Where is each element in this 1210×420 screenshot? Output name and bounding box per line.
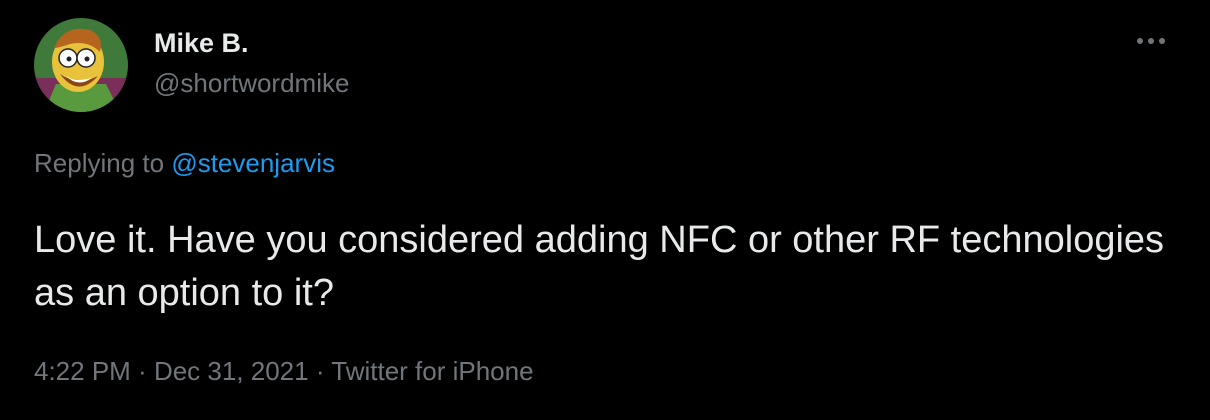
more-options-button[interactable] [1134,26,1174,56]
meta-separator: · [130,356,154,386]
author-display-name[interactable]: Mike B. [154,26,349,60]
author-block: Mike B. @shortwordmike [154,26,349,100]
author-handle[interactable]: @shortwordmike [154,66,349,100]
more-horizontal-icon [1137,38,1165,44]
cartoon-avatar-icon [34,18,128,112]
tweet-text: Love it. Have you considered adding NFC … [34,219,1165,314]
tweet-card: Mike B. @shortwordmike Replying to @stev… [0,0,1210,420]
reply-context: Replying to @stevenjarvis [34,146,335,180]
tweet-time[interactable]: 4:22 PM [34,356,131,386]
meta-separator: · [308,356,332,386]
tweet-source[interactable]: Twitter for iPhone [331,356,533,386]
avatar[interactable] [34,18,128,112]
reply-context-prefix: Replying to [34,148,172,178]
tweet-date[interactable]: Dec 31, 2021 [154,356,309,386]
tweet-metadata: 4:22 PM · Dec 31, 2021 · Twitter for iPh… [34,354,534,388]
reply-mention-link[interactable]: @stevenjarvis [171,148,335,178]
